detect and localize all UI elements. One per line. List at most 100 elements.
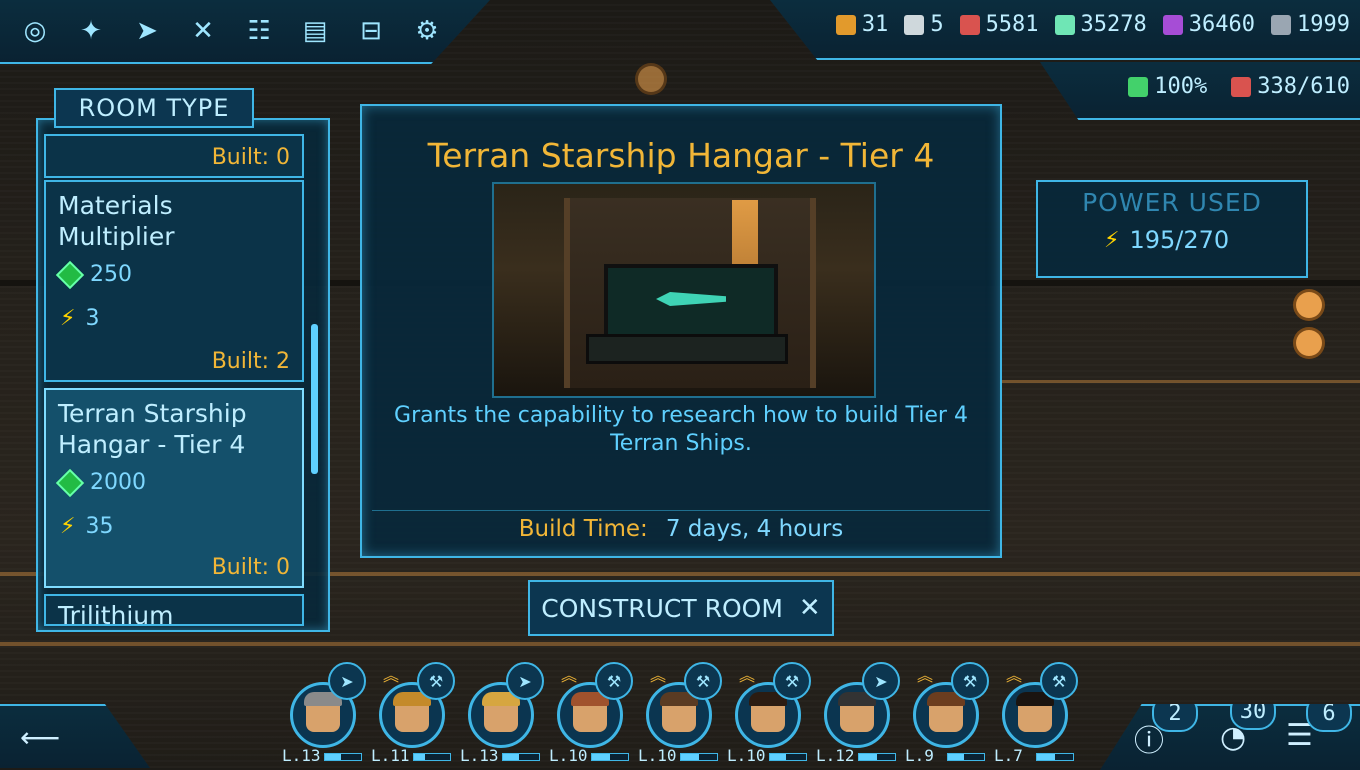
- crew-level: L.9: [905, 746, 934, 765]
- resource-value: 5581: [985, 12, 1039, 37]
- bg-rail: [0, 642, 1360, 646]
- crew-level: L.10: [638, 746, 677, 765]
- resource-supply-crate: 31: [835, 12, 889, 37]
- engineer-role-icon[interactable]: ⚒: [951, 662, 989, 700]
- room-power: ⚡ 35: [60, 514, 114, 539]
- room-preview-image: [492, 182, 876, 398]
- promote-chevron-icon: ︽: [739, 666, 756, 685]
- power-bolt-icon: ⚡: [60, 306, 76, 331]
- crew-portrait[interactable]: ︽ ⚒ L.10: [727, 660, 811, 768]
- supply-crate-icon: [835, 14, 856, 35]
- resource-crew-members: 5581: [959, 12, 1039, 37]
- crew-level-bar: [858, 753, 896, 761]
- promote-chevron-icon: ︽: [917, 666, 934, 685]
- promote-chevron-icon: ︽: [561, 666, 578, 685]
- galaxy-icon[interactable]: ◎: [14, 10, 56, 52]
- crew-level-bar: [502, 753, 540, 761]
- engineer-role-icon[interactable]: ⚒: [773, 662, 811, 700]
- status-crew-capacity: 338/610: [1231, 74, 1350, 99]
- crew-portrait[interactable]: ︽ ⚒ L.11: [371, 660, 455, 768]
- room-card[interactable]: Built: 0: [44, 134, 304, 178]
- room-card-trilithium[interactable]: Trilithium: [44, 594, 304, 626]
- room-cost: 250: [55, 260, 132, 289]
- efficiency-icon: [1128, 76, 1149, 97]
- room-power: ⚡ 3: [60, 306, 100, 331]
- build-time-value: 7 days, 4 hours: [665, 516, 844, 542]
- build-tools-icon[interactable]: ✕: [182, 10, 224, 52]
- promote-chevron-icon: ︽: [650, 666, 667, 685]
- status-efficiency: 100%: [1128, 74, 1207, 99]
- room-name: Materials Multiplier: [58, 191, 175, 251]
- pilot-role-icon[interactable]: ➤: [862, 662, 900, 700]
- crew-level: L.11: [371, 746, 410, 765]
- room-type-tab: ROOM TYPE: [54, 88, 254, 128]
- build-time-label: Build Time:: [518, 516, 648, 542]
- tools-icon: ✕: [798, 593, 821, 623]
- crew-level-bar: [769, 753, 807, 761]
- resource-droplet: 1999: [1271, 12, 1350, 37]
- status-bar: 100% 338/610: [1040, 62, 1360, 120]
- ship-icon[interactable]: ✦: [70, 10, 112, 52]
- tree-icon[interactable]: ☷: [238, 10, 280, 52]
- orange-indicator: [638, 66, 664, 92]
- room-built-count: Built: 0: [211, 555, 290, 580]
- crew-portrait[interactable]: ➤ L.13: [460, 660, 544, 768]
- crew-portrait[interactable]: ︽ ⚒ L.10: [549, 660, 633, 768]
- room-cost: 2000: [55, 468, 146, 497]
- resource-minerals: 35278: [1054, 12, 1147, 37]
- promote-chevron-icon: ︽: [383, 666, 400, 685]
- crew-portrait[interactable]: ︽ ⚒ L.7: [994, 660, 1078, 768]
- crew-level: L.12: [816, 746, 855, 765]
- resource-value: 35278: [1080, 12, 1147, 37]
- power-used-label: POWER USED: [1082, 188, 1262, 217]
- crew-portrait[interactable]: ➤ L.13: [282, 660, 366, 768]
- room-description: Grants the capability to research how to…: [394, 403, 968, 456]
- crew-portrait[interactable]: ︽ ⚒ L.10: [638, 660, 722, 768]
- storage-icon[interactable]: ⊟: [350, 10, 392, 52]
- resource-value: 36460: [1188, 12, 1256, 37]
- top-nav-bar: ◎ ✦ ➤ ✕ ☷ ▤ ⊟ ⚙: [0, 0, 490, 64]
- mineral-icon: [55, 260, 85, 289]
- engineer-role-icon[interactable]: ⚒: [595, 662, 633, 700]
- pilot-role-icon[interactable]: ➤: [328, 662, 366, 700]
- crew-level: L.10: [727, 746, 766, 765]
- room-list-scrollbar[interactable]: [311, 324, 318, 474]
- engineer-role-icon[interactable]: ⚒: [684, 662, 722, 700]
- starbux-icon: [904, 14, 925, 35]
- crew-level-bar: [324, 753, 362, 761]
- resource-gas: 36460: [1162, 12, 1256, 37]
- orange-indicator: [1296, 292, 1322, 318]
- crew-level-bar: [1036, 753, 1074, 761]
- room-card-terran-starship-hangar[interactable]: Terran Starship Hangar - Tier 4 2000 ⚡ 3…: [44, 388, 304, 588]
- power-bolt-icon: ⚡: [60, 514, 76, 539]
- room-built-count: Built: 2: [211, 349, 290, 374]
- jet-icon[interactable]: ➤: [126, 10, 168, 52]
- back-arrow-icon: ⟵: [20, 720, 61, 754]
- engineer-role-icon[interactable]: ⚒: [1040, 662, 1078, 700]
- droplet-icon: [1271, 14, 1292, 35]
- crew-members-icon: [959, 14, 980, 35]
- resource-value: 31: [861, 12, 889, 37]
- room-card-materials-multiplier[interactable]: Materials Multiplier 250 ⚡ 3 Built: 2: [44, 180, 304, 382]
- crew-card-icon[interactable]: ▤: [294, 10, 336, 52]
- pilot-role-icon[interactable]: ➤: [506, 662, 544, 700]
- engineer-role-icon[interactable]: ⚒: [417, 662, 455, 700]
- room-detail-panel: Terran Starship Hangar - Tier 4 Grants t…: [360, 104, 1002, 558]
- construct-room-button[interactable]: CONSTRUCT ROOM ✕: [528, 580, 834, 636]
- construct-room-label: CONSTRUCT ROOM: [541, 593, 783, 623]
- bg-rail: [1000, 380, 1360, 383]
- minerals-icon: [1054, 14, 1075, 35]
- promote-chevron-icon: ︽: [1006, 666, 1023, 685]
- room-detail-title: Terran Starship Hangar - Tier 4: [427, 136, 935, 175]
- gear-icon[interactable]: ⚙: [406, 10, 448, 52]
- crew-portrait[interactable]: ︽ ⚒ L.9: [905, 660, 989, 768]
- crew-portrait[interactable]: ➤ L.12: [816, 660, 900, 768]
- resource-starbux: 5: [904, 12, 944, 37]
- mineral-icon: [55, 468, 85, 497]
- crew-level: L.13: [460, 746, 499, 765]
- status-value: 338/610: [1257, 74, 1350, 99]
- room-built-count: Built: 0: [211, 145, 290, 170]
- build-time: Build Time: 7 days, 4 hours: [372, 510, 990, 547]
- room-name: Terran Starship Hangar - Tier 4: [58, 399, 247, 459]
- gas-icon: [1162, 14, 1183, 35]
